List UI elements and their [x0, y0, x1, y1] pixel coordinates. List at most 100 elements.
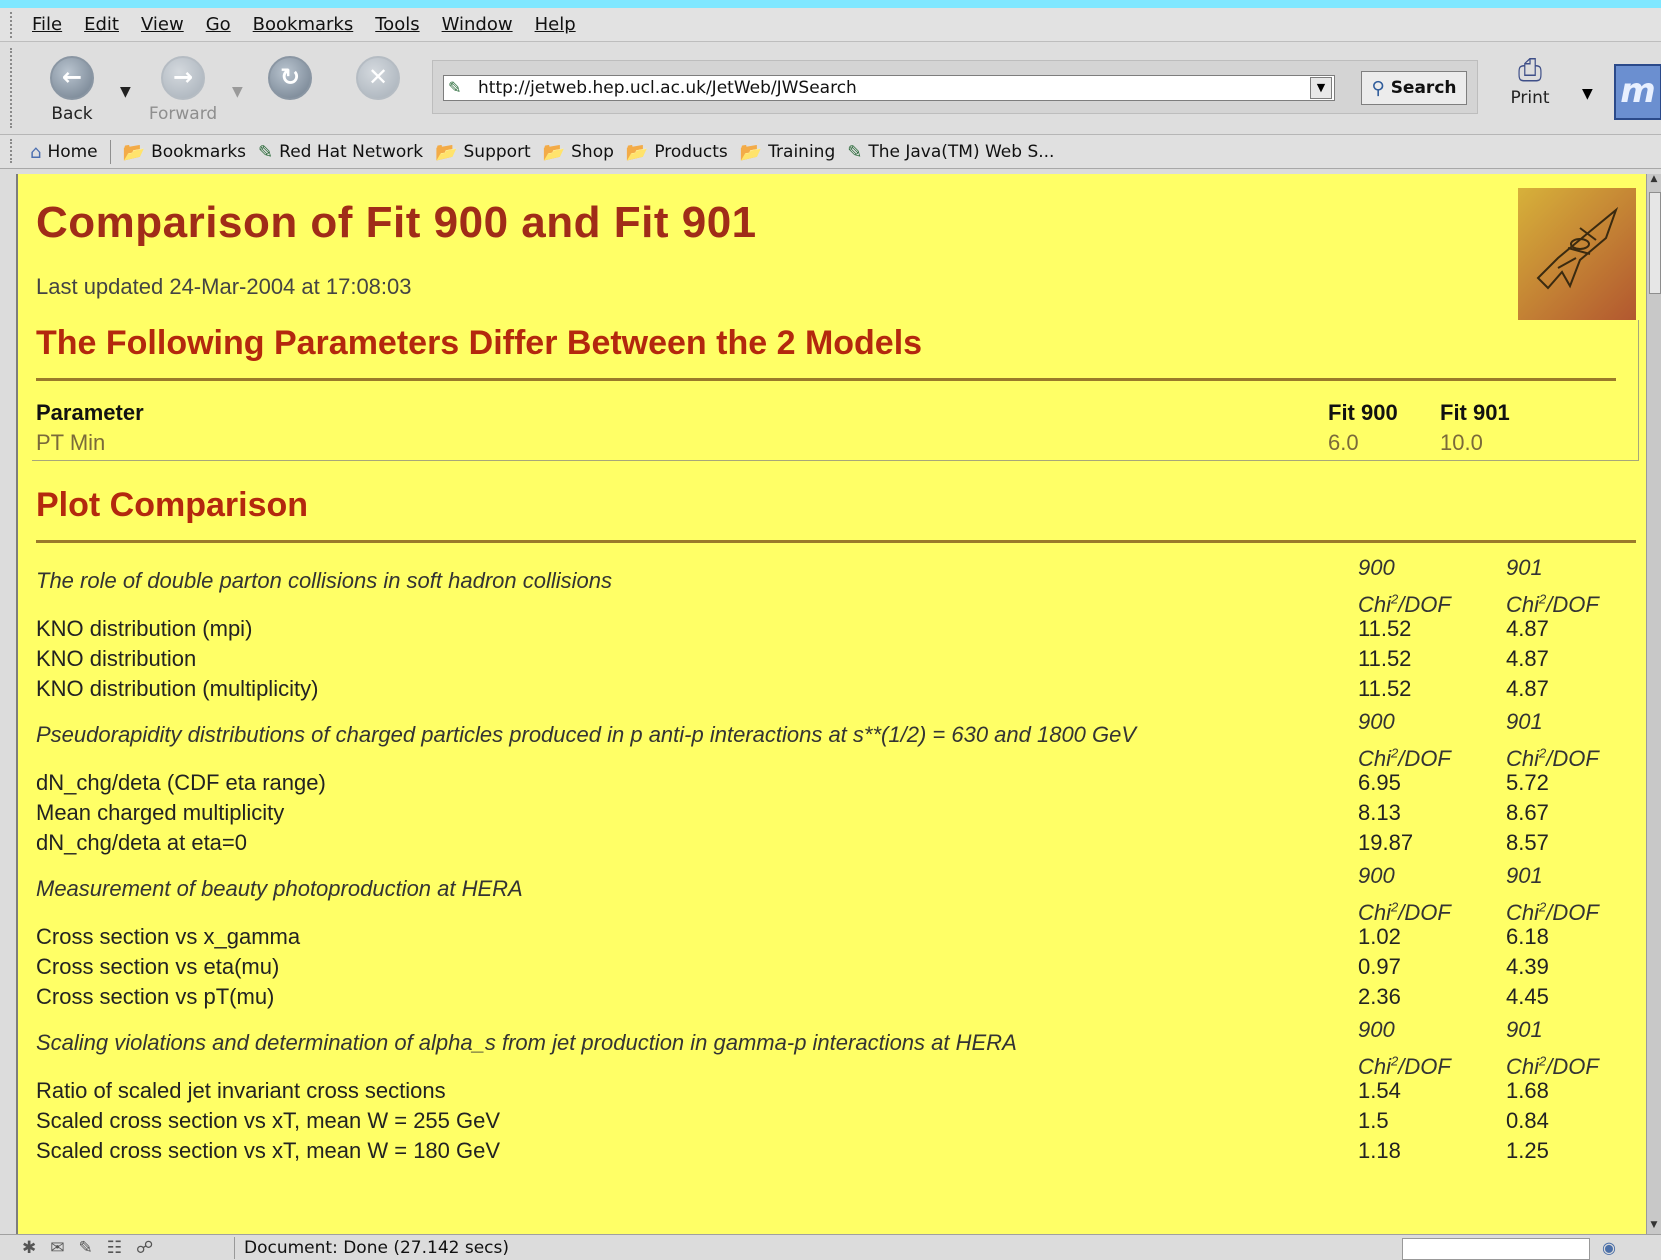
chi2-fit900: 1.5: [1358, 1108, 1389, 1133]
composer-icon[interactable]: ✎: [79, 1238, 93, 1258]
chi2-fit900: 0.97: [1358, 954, 1401, 979]
bookmark-bookmarks[interactable]: 📂 Bookmarks: [123, 142, 246, 163]
bookmark-shop[interactable]: 📂 Shop: [543, 142, 614, 163]
online-status-icon[interactable]: ◉: [1602, 1238, 1616, 1257]
plot-name[interactable]: dN_chg/deta (CDF eta range): [36, 770, 326, 796]
plot-name[interactable]: KNO distribution (mpi): [36, 616, 252, 642]
scroll-up-icon[interactable]: ▲: [1648, 174, 1660, 188]
bookmark-products[interactable]: 📂 Products: [626, 142, 728, 163]
plot-name[interactable]: Cross section vs pT(mu): [36, 984, 274, 1010]
bookmark-support[interactable]: 📂 Support: [435, 142, 531, 163]
bookmark-home[interactable]: ⌂ Home: [30, 142, 98, 163]
plot-name[interactable]: Ratio of scaled jet invariant cross sect…: [36, 1078, 446, 1104]
folder-icon: 📂: [625, 141, 649, 163]
url-text[interactable]: http://jetweb.hep.ucl.ac.uk/JetWeb/JWSea…: [478, 78, 857, 98]
chi2-fit901: 1.25: [1506, 1138, 1549, 1163]
bookmarks-toolbar: ⌂ Home 📂 Bookmarks ✎ Red Hat Network 📂 Suppo…: [0, 135, 1661, 169]
group-col-900: 900 Chi2/DOF: [1358, 709, 1451, 772]
chi2-dof-label: Chi2/DOF: [1506, 900, 1599, 926]
chi2-dof-label: Chi2/DOF: [1358, 1054, 1451, 1080]
forward-history-dropdown-icon[interactable]: ▼: [232, 84, 243, 100]
comparison-row: Cross section vs x_gamma 1.02 6.18: [36, 924, 1636, 954]
mail-icon[interactable]: ✉: [50, 1238, 64, 1258]
forward-button[interactable]: → Forward: [143, 56, 223, 124]
chat-icon[interactable]: ☍: [136, 1238, 153, 1258]
bookmarks-grip[interactable]: [10, 139, 16, 163]
param-fit901-value: 10.0: [1440, 430, 1483, 455]
browser-logo-icon: m: [1614, 64, 1661, 120]
status-divider: [234, 1237, 235, 1259]
search-button[interactable]: ⚲ Search: [1361, 71, 1467, 105]
navigator-icon[interactable]: ✱: [22, 1238, 36, 1258]
chi2-dof-label: Chi2/DOF: [1506, 1054, 1599, 1080]
back-history-dropdown-icon[interactable]: ▼: [120, 84, 131, 100]
navbar-grip[interactable]: [10, 48, 16, 128]
comparison-row: Cross section vs eta(mu) 0.97 4.39: [36, 954, 1636, 984]
plot-name[interactable]: Scaled cross section vs xT, mean W = 180…: [36, 1138, 500, 1164]
menubar-grip[interactable]: [10, 12, 16, 38]
back-button[interactable]: ← Back: [32, 56, 112, 124]
comparison-row: Cross section vs pT(mu) 2.36 4.45: [36, 984, 1636, 1014]
bookmark-red-hat-network[interactable]: ✎ Red Hat Network: [258, 142, 423, 163]
menu-help[interactable]: Help: [535, 14, 576, 35]
plot-name[interactable]: KNO distribution: [36, 646, 196, 672]
menu-bookmarks[interactable]: Bookmarks: [253, 14, 354, 35]
url-history-dropdown-icon[interactable]: ▼: [1310, 77, 1332, 99]
search-label: Search: [1390, 78, 1457, 98]
plot-group-title[interactable]: Pseudorapidity distributions of charged …: [36, 722, 1136, 748]
comparison-row: Mean charged multiplicity 8.13 8.67: [36, 800, 1636, 830]
vertical-scrollbar[interactable]: ▲ ▼: [1646, 174, 1661, 1234]
chi2-fit901: 8.57: [1506, 830, 1549, 855]
folder-icon: 📂: [435, 141, 458, 163]
last-updated: Last updated 24-Mar-2004 at 17:08:03: [36, 274, 412, 299]
group-col-900: 900 Chi2/DOF: [1358, 555, 1451, 618]
chi2-dof-label: Chi2/DOF: [1506, 746, 1599, 772]
scroll-down-icon[interactable]: ▼: [1648, 1220, 1660, 1234]
chi2-fit900: 11.52: [1358, 616, 1412, 641]
menu-file[interactable]: File: [32, 14, 62, 35]
plot-name[interactable]: KNO distribution (multiplicity): [36, 676, 318, 702]
bookmark-training[interactable]: 📂 Training: [740, 142, 836, 163]
plot-comparison-heading: Plot Comparison: [36, 486, 309, 524]
chi2-fit900: 1.02: [1358, 924, 1401, 949]
plot-name[interactable]: Mean charged multiplicity: [36, 800, 284, 826]
chi2-fit900: 11.52: [1358, 646, 1412, 671]
plot-group-title[interactable]: Measurement of beauty photoproduction at…: [36, 876, 523, 902]
menu-edit[interactable]: Edit: [84, 14, 119, 35]
plot-name[interactable]: Cross section vs eta(mu): [36, 954, 279, 980]
page-proxy-icon[interactable]: ✎: [448, 78, 461, 97]
browser-window: File Edit View Go Bookmarks Tools Window…: [0, 8, 1661, 1260]
group-col-901: 901 Chi2/DOF: [1506, 555, 1599, 618]
plot-name[interactable]: dN_chg/deta at eta=0: [36, 830, 247, 856]
comparison-row: KNO distribution (multiplicity) 11.52 4.87: [36, 676, 1636, 706]
param-name: PT Min: [36, 430, 106, 455]
url-field[interactable]: ✎ http://jetweb.hep.ucl.ac.uk/JetWeb/JWS…: [443, 75, 1335, 101]
menu-window[interactable]: Window: [442, 14, 513, 35]
back-label: Back: [51, 104, 93, 124]
plot-name[interactable]: Scaled cross section vs xT, mean W = 255…: [36, 1108, 500, 1134]
scrollbar-thumb[interactable]: [1649, 192, 1661, 294]
url-toolbar: ✎ http://jetweb.hep.ucl.ac.uk/JetWeb/JWS…: [432, 60, 1478, 114]
reload-button[interactable]: ↻: [250, 56, 330, 100]
plot-group-title[interactable]: Scaling violations and determination of …: [36, 1030, 1017, 1056]
plot-group-title[interactable]: The role of double parton collisions in …: [36, 568, 612, 594]
addressbook-icon[interactable]: ☷: [107, 1238, 122, 1258]
menu-tools[interactable]: Tools: [375, 14, 419, 35]
comparison-row: Scaled cross section vs xT, mean W = 255…: [36, 1108, 1636, 1138]
menu-go[interactable]: Go: [206, 14, 231, 35]
print-dropdown-icon[interactable]: ▼: [1582, 86, 1593, 102]
plot-group-header: Pseudorapidity distributions of charged …: [36, 706, 1636, 771]
bookmark-java[interactable]: ✎ The Java(TM) Web S...: [847, 142, 1054, 163]
print-button[interactable]: ⎙ Print: [1490, 54, 1570, 109]
chi2-fit900: 1.18: [1358, 1138, 1401, 1163]
chi2-fit901: 0.84: [1506, 1108, 1549, 1133]
chi2-fit901: 5.72: [1506, 770, 1549, 795]
chi2-fit900: 19.87: [1358, 830, 1414, 855]
menu-view[interactable]: View: [141, 14, 184, 35]
stop-button[interactable]: ✕: [338, 56, 418, 100]
chi2-fit901: 4.87: [1506, 646, 1549, 671]
group-col-901: 901 Chi2/DOF: [1506, 709, 1599, 772]
plot-name[interactable]: Cross section vs x_gamma: [36, 924, 300, 950]
bookmark-separator: [109, 140, 111, 164]
folder-icon: 📂: [739, 141, 763, 163]
